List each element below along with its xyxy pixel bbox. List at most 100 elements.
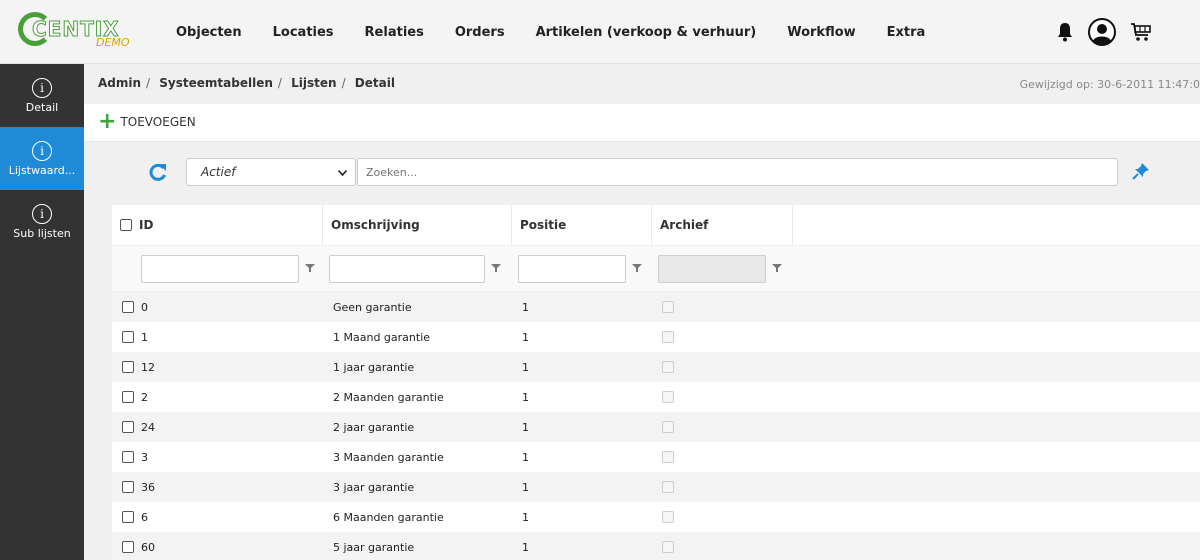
filter-icon[interactable] [491,262,501,276]
flag-nl-icon[interactable] [1166,21,1200,43]
cell-omschrijving: 5 jaar garantie [333,540,415,554]
info-icon: i [32,140,52,161]
status-select-value: Actief [201,165,236,179]
column-header-positie[interactable]: Positie [512,205,652,245]
breadcrumb-systeemtabellen[interactable]: Systeemtabellen [159,76,273,90]
select-all-checkbox[interactable] [120,219,132,231]
archief-checkbox [662,331,674,343]
sidebar-item-sub-lijsten[interactable]: i Sub lijsten [0,190,84,253]
sidebar-item-label: Lijstwaard... [8,163,76,177]
top-navbar: CENTIX DEMO Objecten Locaties Relaties O… [0,0,1200,64]
id-filter-input[interactable] [141,254,299,283]
add-button-label: TOEVOEGEN [120,115,196,129]
cell-positie: 1 [522,420,529,434]
table-row[interactable]: 0 Geen garantie 1 [112,292,1200,322]
row-checkbox[interactable] [122,331,134,343]
left-sidebar: i Detail i Lijstwaard... i Sub lijsten [0,64,84,560]
breadcrumb-lijsten[interactable]: Lijsten [291,76,336,90]
add-button[interactable]: + TOEVOEGEN [98,109,196,134]
breadcrumb-admin[interactable]: Admin [98,76,141,90]
cell-omschrijving: 3 Maanden garantie [333,450,444,464]
cell-positie: 1 [522,510,529,524]
table-row[interactable]: 60 5 jaar garantie 1 [112,532,1200,560]
cell-positie: 1 [522,450,529,464]
table-row[interactable]: 3 3 Maanden garantie 1 [112,442,1200,472]
filter-bar: Actief [84,154,1200,194]
nav-item-objecten[interactable]: Objecten [176,25,242,40]
cell-positie: 1 [522,360,529,374]
bell-icon[interactable] [1056,22,1074,42]
archief-checkbox [662,451,674,463]
archief-checkbox [662,541,674,553]
sidebar-item-detail[interactable]: i Detail [0,64,84,127]
sidebar-item-label: Detail [25,100,59,114]
brand-logo[interactable]: CENTIX DEMO [18,10,148,54]
sidebar-item-lijstwaarden[interactable]: i Lijstwaard... [0,127,84,190]
pin-icon[interactable] [1132,162,1150,183]
cell-id: 1 [141,330,148,344]
chevron-down-icon [337,165,348,179]
omschrijving-filter-input[interactable] [329,254,485,283]
archief-checkbox [662,301,674,313]
nav-item-relaties[interactable]: Relaties [365,25,424,40]
column-header-id[interactable]: ID [112,205,323,245]
column-header-empty [793,205,1200,245]
filter-icon[interactable] [632,262,642,276]
cell-omschrijving: 2 jaar garantie [333,420,415,434]
row-checkbox[interactable] [122,301,134,313]
table-row[interactable]: 2 2 Maanden garantie 1 [112,382,1200,412]
column-header-omschrijving[interactable]: Omschrijving [323,205,512,245]
archief-checkbox [662,361,674,373]
filter-icon[interactable] [772,262,782,276]
top-icons [1042,0,1200,64]
archief-checkbox [662,421,674,433]
info-icon: i [32,203,52,224]
table-header: ID Omschrijving Positie Archief [112,205,1200,246]
table-row[interactable]: 6 6 Maanden garantie 1 [112,502,1200,532]
cell-positie: 1 [522,480,529,494]
row-checkbox[interactable] [122,391,134,403]
cart-icon[interactable] [1130,22,1152,42]
cell-omschrijving: 1 jaar garantie [333,360,415,374]
data-table: ID Omschrijving Positie Archief 0 Geen ga… [112,205,1200,560]
nav-item-artikelen[interactable]: Artikelen (verkoop & verhuur) [536,25,757,40]
row-checkbox[interactable] [122,451,134,463]
nav-item-workflow[interactable]: Workflow [787,25,855,40]
table-row[interactable]: 12 1 jaar garantie 1 [112,352,1200,382]
cell-omschrijving: 2 Maanden garantie [333,390,444,404]
filter-row [112,246,1200,292]
table-body: 0 Geen garantie 1 1 1 Maand garantie 1 12 1 jaa… [112,292,1200,560]
cell-omschrijving: 1 Maand garantie [333,330,431,344]
logo-demo-label: DEMO [96,36,130,49]
column-header-archief[interactable]: Archief [652,205,793,245]
cell-positie: 1 [522,390,529,404]
breadcrumb-detail: Detail [354,76,395,90]
refresh-icon[interactable] [148,162,168,185]
nav-item-locaties[interactable]: Locaties [273,25,334,40]
search-input[interactable] [357,158,1118,186]
nav-item-extra[interactable]: Extra [887,25,926,40]
user-avatar-icon[interactable] [1088,18,1116,46]
table-row[interactable]: 36 3 jaar garantie 1 [112,472,1200,502]
status-select[interactable]: Actief [186,158,356,186]
archief-checkbox [662,391,674,403]
filter-icon[interactable] [305,262,315,276]
nav-item-orders[interactable]: Orders [455,25,505,40]
row-checkbox[interactable] [122,541,134,553]
row-checkbox[interactable] [122,421,134,433]
row-checkbox[interactable] [122,481,134,493]
cell-positie: 1 [522,330,529,344]
row-checkbox[interactable] [122,361,134,373]
archief-filter-input [658,254,766,283]
table-row[interactable]: 24 2 jaar garantie 1 [112,412,1200,442]
cell-omschrijving: 6 Maanden garantie [333,510,444,524]
cell-positie: 1 [522,540,529,554]
cell-positie: 1 [522,300,529,314]
row-checkbox[interactable] [122,511,134,523]
table-row[interactable]: 1 1 Maand garantie 1 [112,322,1200,352]
cell-id: 24 [141,420,155,434]
cell-id: 3 [141,450,148,464]
positie-filter-input[interactable] [518,254,626,283]
plus-icon: + [98,109,117,134]
main-nav: Objecten Locaties Relaties Orders Artike… [176,0,956,64]
